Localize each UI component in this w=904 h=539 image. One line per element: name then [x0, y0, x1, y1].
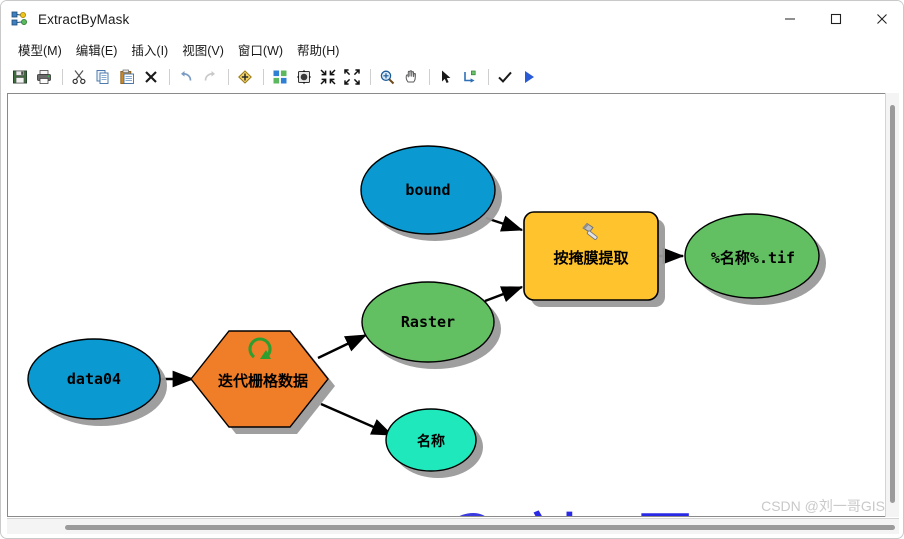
node-name[interactable] — [385, 408, 477, 472]
edge-raster-to-tool — [484, 285, 524, 303]
auto-layout-button[interactable] — [269, 66, 291, 88]
zoom-tool-button[interactable] — [376, 66, 398, 88]
model-diagram — [27, 145, 826, 478]
redo-button[interactable] — [199, 66, 221, 88]
model-canvas[interactable]: data04 迭代栅格数据 bound Raster 名称 按掩膜提取 %名称%… — [7, 93, 891, 517]
separator-7 — [488, 69, 489, 85]
cut-button[interactable] — [68, 66, 90, 88]
validate-button[interactable] — [494, 66, 516, 88]
separator-3 — [228, 69, 229, 85]
save-button[interactable] — [9, 66, 31, 88]
edge-iterate-to-raster — [317, 333, 368, 360]
node-raster[interactable] — [361, 281, 495, 363]
add-data-button[interactable] — [234, 66, 256, 88]
menu-insert[interactable]: 插入(I) — [124, 37, 175, 62]
minimize-button[interactable] — [767, 1, 813, 37]
vertical-scrollbar[interactable] — [885, 93, 899, 517]
paste-button[interactable] — [116, 66, 138, 88]
node-bound[interactable] — [360, 145, 496, 235]
horizontal-scrollbar[interactable] — [7, 518, 899, 534]
menu-model[interactable]: 模型(M) — [11, 37, 69, 62]
separator-2 — [169, 69, 170, 85]
delete-button[interactable] — [140, 66, 162, 88]
close-button[interactable] — [859, 1, 903, 37]
window-controls — [767, 1, 903, 37]
zoom-out-fixed-button[interactable] — [317, 66, 339, 88]
run-button[interactable] — [518, 66, 540, 88]
separator-1 — [62, 69, 63, 85]
window-title: ExtractByMask — [38, 11, 130, 27]
maximize-button[interactable] — [813, 1, 859, 37]
select-tool-button[interactable] — [435, 66, 457, 88]
menu-help[interactable]: 帮助(H) — [290, 37, 346, 62]
connect-tool-button[interactable] — [459, 66, 481, 88]
undo-button[interactable] — [175, 66, 197, 88]
vertical-scrollbar-thumb[interactable] — [890, 105, 895, 503]
full-extent-button[interactable] — [293, 66, 315, 88]
title-bar: ExtractByMask — [1, 1, 903, 37]
model-builder-icon — [11, 10, 29, 28]
edge-iterate-to-name — [320, 402, 394, 437]
toolbar — [1, 62, 903, 92]
diagram-nodes — [27, 145, 820, 472]
separator-5 — [370, 69, 371, 85]
menu-edit[interactable]: 编辑(E) — [69, 37, 125, 62]
copy-button[interactable] — [92, 66, 114, 88]
node-output-tif[interactable] — [684, 213, 820, 299]
horizontal-scrollbar-thumb[interactable] — [65, 525, 895, 530]
menu-window[interactable]: 窗口(W) — [231, 37, 290, 62]
zoom-in-fixed-button[interactable] — [341, 66, 363, 88]
node-extract-by-mask[interactable] — [523, 211, 659, 301]
separator-4 — [263, 69, 264, 85]
menu-view[interactable]: 视图(V) — [175, 37, 231, 62]
print-button[interactable] — [33, 66, 55, 88]
model-builder-window: ExtractByMask 模型(M) 编辑(E) 插入(I) 视图(V) 窗口… — [0, 0, 904, 539]
node-data04[interactable] — [27, 338, 161, 420]
menu-bar: 模型(M) 编辑(E) 插入(I) 视图(V) 窗口(W) 帮助(H) — [1, 37, 903, 62]
separator-6 — [429, 69, 430, 85]
pan-tool-button[interactable] — [400, 66, 422, 88]
